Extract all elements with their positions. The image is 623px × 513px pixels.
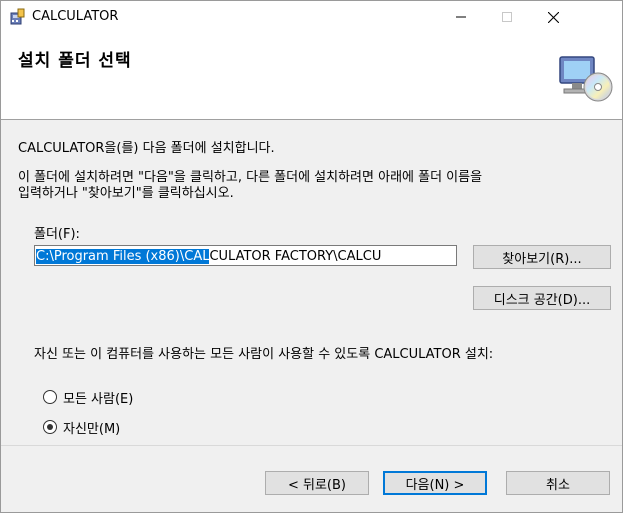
minimize-icon xyxy=(456,16,466,18)
footer-divider xyxy=(1,445,622,446)
title-bar[interactable]: CALCULATOR xyxy=(1,1,622,33)
cancel-button[interactable]: 취소 xyxy=(506,471,610,495)
installer-app-icon xyxy=(10,8,25,25)
disk-cost-button[interactable]: 디스크 공간(D)... xyxy=(473,286,611,310)
installer-window: CALCULATOR 설치 폴더 선택 CALCULATOR을(를) 다음 폴더… xyxy=(0,0,623,513)
back-button[interactable]: < 뒤로(B) xyxy=(265,471,369,495)
radio-selected-dot xyxy=(47,424,53,430)
computer-cd-icon xyxy=(559,56,613,102)
folder-path-selected: C:\Program Files (x86)\CAL xyxy=(36,249,210,264)
everyone-radio[interactable] xyxy=(43,390,57,404)
page-title: 설치 폴더 선택 xyxy=(18,51,132,71)
everyone-label[interactable]: 모든 사람(E) xyxy=(63,388,133,407)
close-button[interactable] xyxy=(530,1,576,33)
install-for-label: 자신 또는 이 컴퓨터를 사용하는 모든 사람이 사용할 수 있도록 CALCU… xyxy=(34,347,494,362)
folder-label: 폴더(F): xyxy=(34,227,80,242)
browse-button[interactable]: 찾아보기(R)... xyxy=(473,245,611,269)
window-title: CALCULATOR xyxy=(32,9,119,24)
instructions-line-2: 입력하거나 "찾아보기"를 클릭하십시오. xyxy=(18,186,234,201)
maximize-icon xyxy=(502,12,512,22)
just-me-radio[interactable] xyxy=(43,420,57,434)
just-me-label[interactable]: 자신만(M) xyxy=(63,418,120,437)
next-button[interactable]: 다음(N) > xyxy=(383,471,487,495)
folder-path-input[interactable]: C:\Program Files (x86)\CALCULATOR FACTOR… xyxy=(34,245,457,266)
header-banner: 설치 폴더 선택 xyxy=(1,33,622,120)
folder-path-rest: CULATOR FACTORY\CALCU xyxy=(209,249,382,264)
minimize-button[interactable] xyxy=(438,1,484,33)
close-icon xyxy=(547,11,559,23)
maximize-button[interactable] xyxy=(484,1,530,33)
intro-text: CALCULATOR을(를) 다음 폴더에 설치합니다. xyxy=(18,141,275,156)
